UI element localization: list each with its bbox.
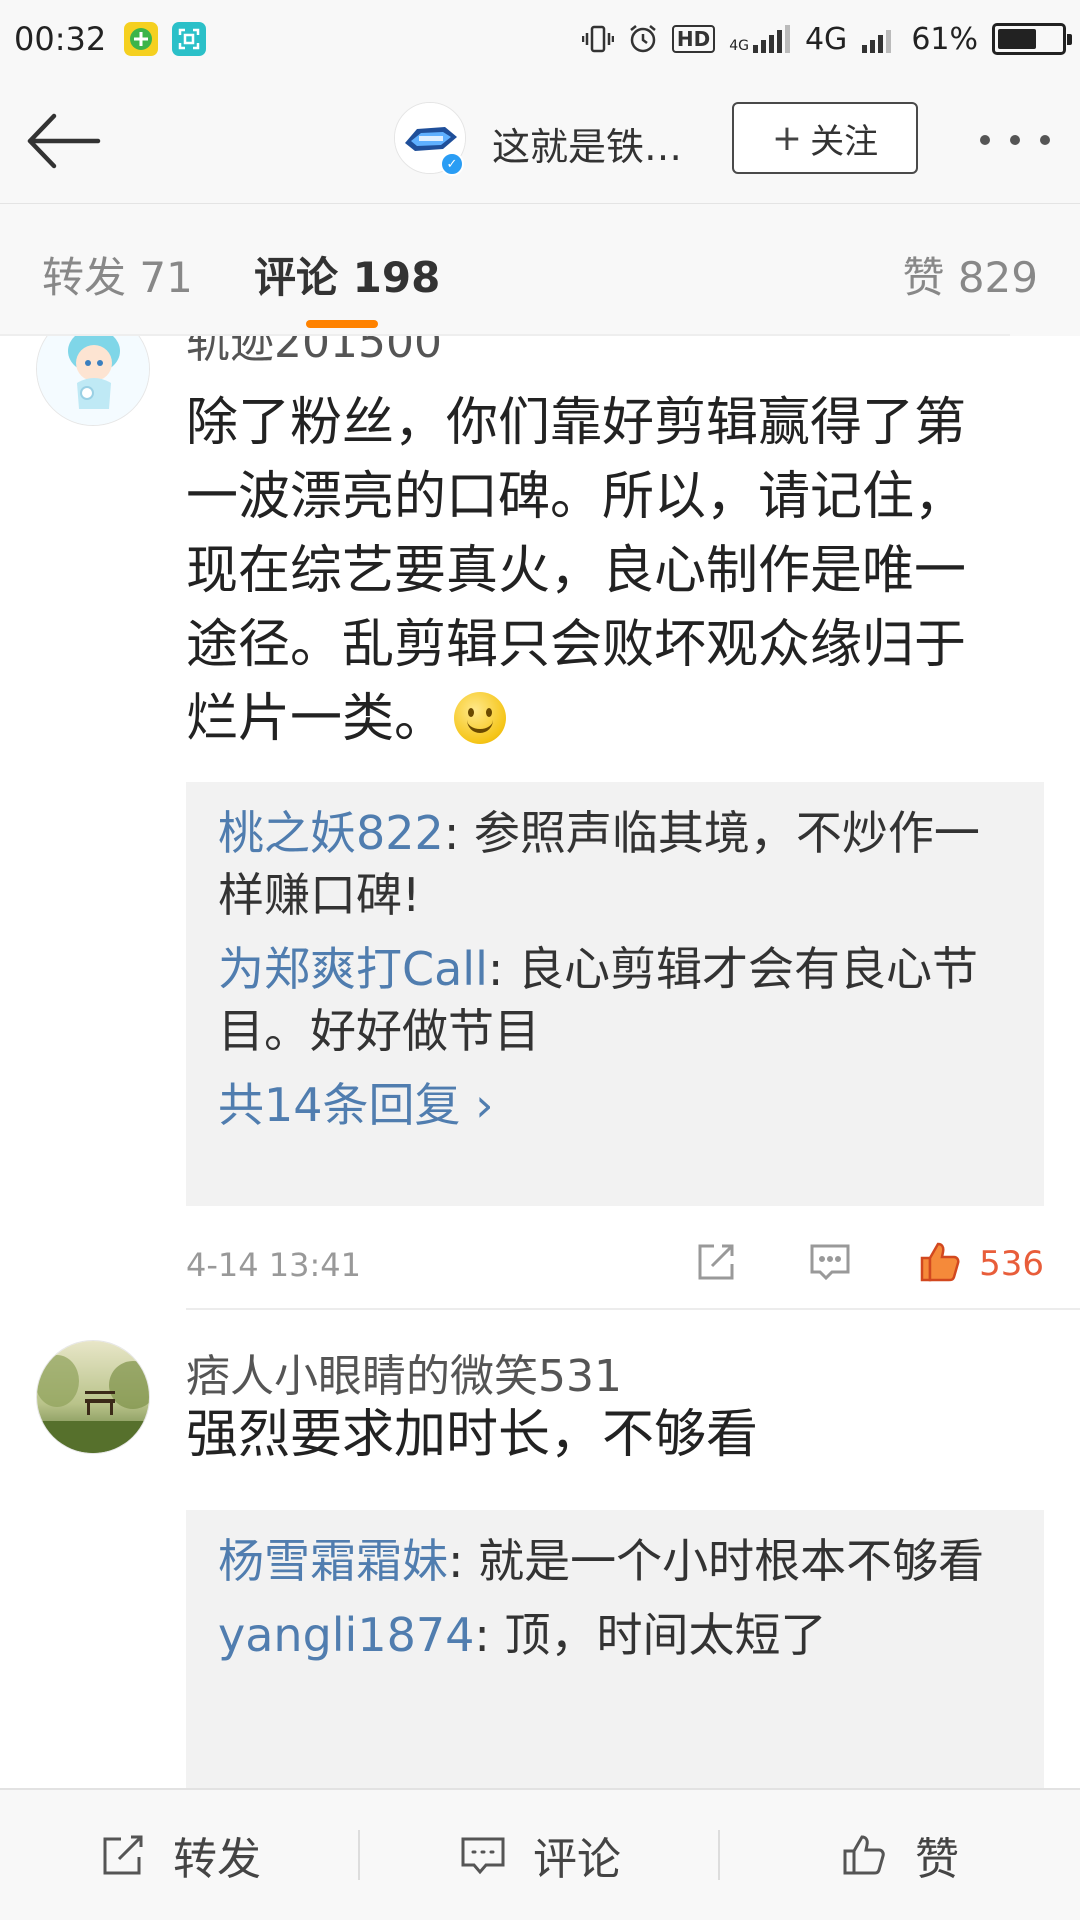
like-count: 536 [979,1244,1044,1284]
battery-icon [992,23,1072,55]
commenter-name[interactable]: 轨迹201500 [186,336,442,370]
comment-text: 强烈要求加时长，不够看 [186,1405,759,1465]
commenter-name[interactable]: 痞人小眼睛的微笑531 [186,1340,622,1404]
reply-item[interactable]: 为郑爽打Call: 良心剪辑才会有良心节目。好好做节目 [218,938,1012,1062]
verified-icon: ✓ [440,152,464,176]
reply-item[interactable]: yangli1874: 顶，时间太短了 [218,1604,1012,1666]
more-replies-link[interactable]: 共14条回复 › [218,1074,1012,1136]
like-thumb-icon[interactable] [916,1238,964,1286]
header: ✓ 这就是铁… + 关注 [0,78,1080,204]
reply-username[interactable]: 杨雪霜霜妹 [218,1534,448,1588]
comment-timestamp: 4-14 13:41 [186,1246,362,1284]
comment-icon[interactable] [806,1238,854,1286]
commenter-avatar[interactable] [36,336,150,426]
more-dot-icon [980,135,990,145]
more-dot-icon [1040,135,1050,145]
repost-button[interactable]: 转发 [0,1790,360,1920]
account-name[interactable]: 这就是铁… [492,116,682,171]
comment-divider [186,1308,1080,1310]
alarm-icon [630,25,656,53]
more-dot-icon [1010,135,1020,145]
signal-bars-icon-2 [862,30,892,53]
repost-label: 转发 [173,1834,261,1885]
signal-1: 4G [729,25,791,53]
follow-button[interactable]: + 关注 [732,102,918,174]
reply-item[interactable]: 杨雪霜霜妹: 就是一个小时根本不够看 [218,1530,1012,1592]
reply-username[interactable]: yangli1874 [218,1608,474,1662]
comment-button[interactable]: 评论 [360,1790,720,1920]
comment-text: 除了粉丝，你们靠好剪辑赢得了第一波漂亮的口碑。所以，请记住，现在综艺要真火，良心… [186,393,967,749]
share-icon[interactable] [692,1238,740,1286]
bottom-action-bar: 转发 评论 赞 [0,1788,1080,1920]
reply-box[interactable]: 桃之妖822: 参照声临其境，不炒作一样赚口碑! 为郑爽打Call: 良心剪辑才… [186,782,1044,1206]
reply-username[interactable]: 为郑爽打Call [218,942,488,996]
reply-box[interactable]: 杨雪霜霜妹: 就是一个小时根本不够看 yangli1874: 顶，时间太短了 [186,1510,1044,1788]
plus-icon: + [771,117,803,159]
reply-text: : 就是一个小时根本不够看 [448,1534,985,1588]
like-label: 赞 [915,1834,959,1885]
reply-item[interactable]: 桃之妖822: 参照声临其境，不炒作一样赚口碑! [218,802,1012,926]
battery-level [998,29,1036,49]
reply-username[interactable]: 桃之妖822 [218,806,444,860]
more-options-button[interactable] [976,120,1054,160]
back-arrow-icon [27,113,101,169]
thumb-up-icon [843,1835,885,1875]
comment-bubble-icon [461,1837,505,1875]
comment-label: 评论 [533,1834,621,1885]
commenter-avatar[interactable] [36,1340,150,1454]
battery-percent: 61% [911,21,978,57]
smile-emoji-icon [454,692,507,744]
hd-indicator: HD [671,25,716,53]
tab-comments[interactable]: 评论 198 [254,244,440,305]
comment-meta: 4-14 13:41 536 [186,1232,1044,1292]
active-tab-indicator [306,320,378,328]
tab-bar: 转发 71 评论 198 赞 829 [0,204,1080,336]
vibrate-icon [581,25,614,53]
like-button[interactable]: 赞 [720,1790,1080,1920]
back-button[interactable] [24,106,104,176]
tab-likes[interactable]: 赞 829 [902,244,1038,305]
app-notification-icon [124,22,159,56]
follow-label: 关注 [810,121,879,162]
signal-bars-icon [752,25,790,53]
network-type: 4G [804,21,848,57]
status-bar: 00:32 HD 4G 4G 61% [0,0,1080,78]
repost-icon [103,1835,143,1875]
scan-notification-icon [172,22,207,56]
tab-repost[interactable]: 转发 71 [42,244,193,305]
comment-list[interactable]: 轨迹201500 除了粉丝，你们靠好剪辑赢得了第一波漂亮的口碑。所以，请记住，现… [0,336,1080,1788]
status-time: 00:32 [14,20,107,58]
reply-text: : 顶，时间太短了 [474,1608,827,1662]
